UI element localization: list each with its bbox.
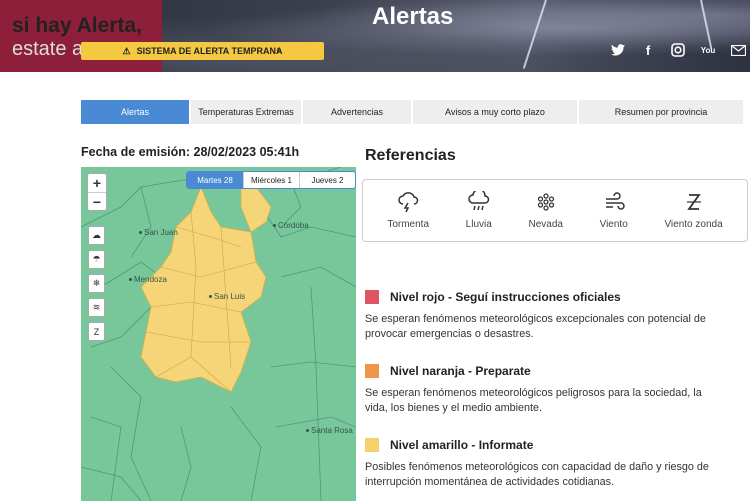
level-description: Se esperan fenómenos meteorológicos peli… xyxy=(365,387,702,414)
main-tabs: Alertas Temperaturas Extremas Advertenci… xyxy=(81,100,743,124)
city-label: San Luis xyxy=(209,292,245,301)
tab-avisos-corto-plazo[interactable]: Avisos a muy corto plazo xyxy=(413,100,577,124)
site-header: si hay Alerta, estate a Alertas ⚠ SISTEM… xyxy=(0,0,750,72)
zonda-icon xyxy=(686,194,701,210)
orange-swatch xyxy=(365,364,379,378)
day-tab-miercoles[interactable]: Miércoles 1 xyxy=(243,172,299,188)
yellow-swatch xyxy=(365,438,379,452)
map-canvas xyxy=(81,167,356,501)
zoom-in-button[interactable]: + xyxy=(88,174,106,192)
city-label: Santa Rosa xyxy=(306,426,353,435)
rain-icon xyxy=(467,191,489,211)
wind-icon xyxy=(605,192,625,210)
alert-map[interactable]: + − ☁ ☂ ❄ ≋ Z Martes 28 Miércoles 1 Juev… xyxy=(81,167,356,501)
day-selector: Martes 28 Miércoles 1 Jueves 2 xyxy=(186,171,356,189)
level-yellow: Nivel amarillo - Informate Posibles fenó… xyxy=(365,438,725,490)
wind-layer-icon[interactable]: ≋ xyxy=(88,298,105,317)
level-title: Nivel naranja - Preparate xyxy=(390,364,531,378)
zoom-control: + − xyxy=(87,173,107,211)
snow-layer-icon[interactable]: ❄ xyxy=(88,274,105,293)
legend-label: Viento zonda xyxy=(664,219,723,230)
level-description: Se esperan fenómenos meteorológicos exce… xyxy=(365,313,706,340)
promo-text: estate a xyxy=(12,38,84,60)
legend-label: Lluvia xyxy=(465,219,492,230)
tab-resumen-provincia[interactable]: Resumen por provincia xyxy=(579,100,743,124)
level-red: Nivel rojo - Seguí instrucciones oficial… xyxy=(365,290,725,342)
city-label: Córdoba xyxy=(273,221,309,230)
day-tab-martes[interactable]: Martes 28 xyxy=(187,172,243,188)
legend-item: Viento zonda xyxy=(664,191,723,230)
storm-layer-icon[interactable]: ☁ xyxy=(88,226,105,245)
promo-text: si hay Alerta, xyxy=(12,14,142,37)
level-title: Nivel amarillo - Informate xyxy=(390,438,534,452)
emission-date: Fecha de emisión: 28/02/2023 05:41h xyxy=(81,145,300,159)
tab-temperaturas-extremas[interactable]: Temperaturas Extremas xyxy=(191,100,301,124)
social-links: f You xyxy=(610,42,746,58)
references-title: Referencias xyxy=(365,147,456,164)
storm-icon xyxy=(398,192,419,213)
references-legend: Tormenta Lluvia Nevada Viento Viento zon… xyxy=(362,179,748,242)
legend-item: Viento xyxy=(600,191,628,230)
promo-banner[interactable]: si hay Alerta, estate a xyxy=(0,0,162,72)
legend-label: Viento xyxy=(599,219,628,230)
chevron-right-icon: › xyxy=(276,45,280,57)
map-layer-tools: ☁ ☂ ❄ ≋ Z xyxy=(88,226,105,341)
mail-icon[interactable] xyxy=(730,42,746,58)
legend-item: Nevada xyxy=(528,191,563,230)
legend-item: Tormenta xyxy=(387,191,429,230)
legend-label: Nevada xyxy=(528,219,563,230)
facebook-icon[interactable]: f xyxy=(640,42,656,58)
city-label: San Juan xyxy=(139,228,178,237)
legend-label: Tormenta xyxy=(387,219,430,230)
zoom-out-button[interactable]: − xyxy=(88,192,106,210)
level-orange: Nivel naranja - Preparate Se esperan fen… xyxy=(365,364,725,416)
page-title: Alertas xyxy=(372,3,454,30)
city-label: Mendoza xyxy=(129,275,167,284)
snowflake-icon xyxy=(537,193,554,211)
warning-icon: ⚠ xyxy=(122,45,131,56)
tab-alertas[interactable]: Alertas xyxy=(81,100,189,124)
legend-item: Lluvia xyxy=(466,191,492,230)
tab-advertencias[interactable]: Advertencias xyxy=(303,100,411,124)
level-title: Nivel rojo - Seguí instrucciones oficial… xyxy=(390,290,621,304)
instagram-icon[interactable] xyxy=(670,42,686,58)
day-tab-jueves[interactable]: Jueves 2 xyxy=(299,172,355,188)
zonda-layer-icon[interactable]: Z xyxy=(88,322,105,341)
rain-layer-icon[interactable]: ☂ xyxy=(88,250,105,269)
sat-button[interactable]: ⚠ SISTEMA DE ALERTA TEMPRANA › xyxy=(81,42,324,60)
sat-button-label: SISTEMA DE ALERTA TEMPRANA xyxy=(136,46,283,56)
red-swatch xyxy=(365,290,379,304)
twitter-icon[interactable] xyxy=(610,42,626,58)
youtube-icon[interactable]: You xyxy=(700,42,716,58)
level-description: Posibles fenómenos meteorológicos con ca… xyxy=(365,461,709,488)
